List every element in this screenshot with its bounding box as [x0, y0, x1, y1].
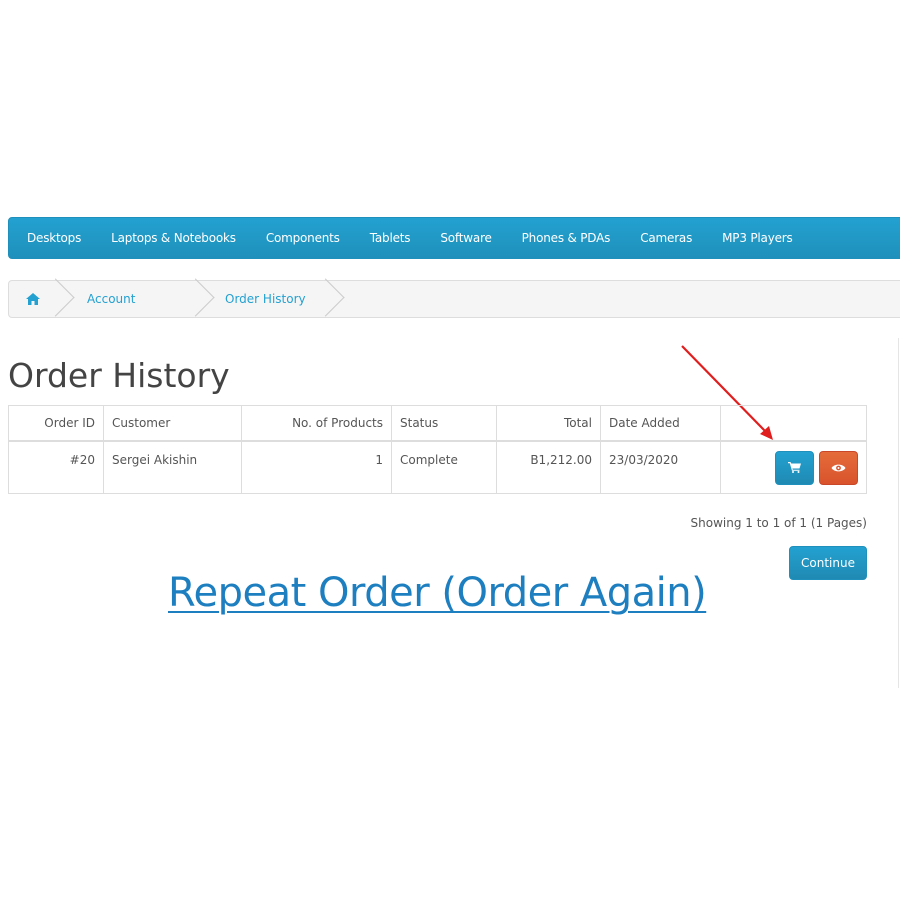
breadcrumb: Account Order History: [8, 280, 900, 318]
shopping-cart-icon: [788, 462, 801, 473]
row-actions: [729, 450, 858, 485]
header-actions: [720, 405, 867, 441]
header-status: Status: [391, 405, 497, 441]
cell-status: Complete: [391, 440, 497, 494]
reorder-button[interactable]: [775, 450, 814, 485]
menu-item-cameras[interactable]: Cameras: [640, 231, 692, 245]
menu-item-mp3[interactable]: MP3 Players: [722, 231, 793, 245]
page-title: Order History: [8, 356, 230, 395]
menu-item-tablets[interactable]: Tablets: [370, 231, 411, 245]
table-row: #20 Sergei Akishin 1 Complete B1,212.00 …: [8, 440, 867, 494]
table-header-row: Order ID Customer No. of Products Status…: [8, 405, 867, 441]
cell-date-added: 23/03/2020: [600, 440, 721, 494]
cell-products: 1: [241, 440, 392, 494]
header-customer: Customer: [103, 405, 242, 441]
menu-item-components[interactable]: Components: [266, 231, 340, 245]
top-menu: Desktops Laptops & Notebooks Components …: [8, 217, 900, 259]
cell-total: B1,212.00: [496, 440, 601, 494]
home-icon: [26, 293, 40, 305]
cell-actions: [720, 440, 867, 494]
breadcrumb-home[interactable]: [9, 281, 57, 317]
breadcrumb-order-history[interactable]: Order History: [197, 281, 327, 317]
breadcrumb-account[interactable]: Account: [57, 281, 197, 317]
cell-order-id: #20: [8, 440, 104, 494]
view-order-button[interactable]: [819, 450, 858, 485]
header-total: Total: [496, 405, 601, 441]
repeat-order-promo-link[interactable]: Repeat Order (Order Again): [168, 570, 707, 616]
pagination-info: Showing 1 to 1 of 1 (1 Pages): [690, 516, 867, 530]
header-products: No. of Products: [241, 405, 392, 441]
menu-item-phones[interactable]: Phones & PDAs: [522, 231, 611, 245]
continue-button[interactable]: Continue: [789, 546, 867, 580]
cell-customer: Sergei Akishin: [103, 440, 242, 494]
header-date-added: Date Added: [600, 405, 721, 441]
menu-item-software[interactable]: Software: [440, 231, 492, 245]
menu-item-laptops[interactable]: Laptops & Notebooks: [111, 231, 236, 245]
eye-icon: [831, 464, 846, 471]
menu-item-desktops[interactable]: Desktops: [27, 231, 81, 245]
order-history-table: Order ID Customer No. of Products Status…: [8, 405, 867, 494]
header-order-id: Order ID: [8, 405, 104, 441]
